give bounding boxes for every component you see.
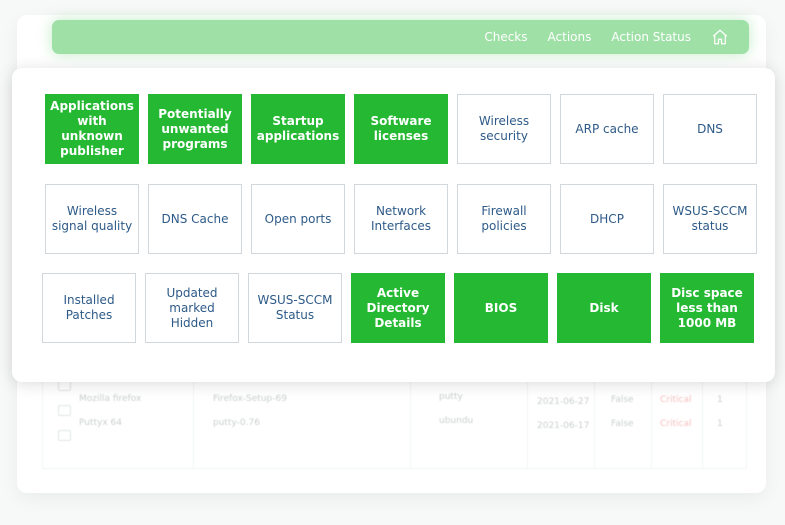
check-label: BIOS [484,300,518,315]
check-tile-network-interfaces[interactable]: Network Interfaces [354,184,448,254]
check-label: DNS [697,121,723,136]
nav-link-actions[interactable]: Actions [548,30,592,44]
check-label: WSUS-SCCM Status [257,293,333,322]
table-cell-count: 1 [717,419,723,429]
check-tile-open-ports[interactable]: Open ports [251,184,345,254]
check-label: Active Directory Details [366,285,430,330]
table-cell-installer: Firefox-Setup-69 [213,394,287,404]
check-tile-disc-space[interactable]: Disc space less than 1000 MB [660,273,754,343]
table-cell-date: 2021-06-17 [537,421,590,431]
check-tile-dns-cache[interactable]: DNS Cache [148,184,242,254]
check-label: Installed Patches [63,293,115,322]
check-tile-applications-unknown-publisher[interactable]: Applications with unknown publisher [45,94,139,164]
table-cell-name: Puttyx 64 [79,418,122,428]
check-label: Network Interfaces [371,204,431,233]
check-tile-startup-applications[interactable]: Startup applications [251,94,345,164]
check-label: Wireless signal quality [51,204,133,233]
check-tile-bios[interactable]: BIOS [454,273,548,343]
table-cell-installer: putty-0.76 [213,418,260,428]
table-cell-count: 1 [717,395,723,405]
check-label: Firewall policies [481,204,527,233]
table-cell-name: Mozilla firefox [79,394,142,404]
check-label: Applications with unknown publisher [50,99,134,158]
check-label: Startup applications [256,114,340,143]
check-tile-arp-cache[interactable]: ARP cache [560,94,654,164]
check-tile-wireless-signal-quality[interactable]: Wireless signal quality [45,184,139,254]
check-label: Updated marked Hidden [166,285,218,330]
row-checkbox[interactable] [58,430,71,441]
check-label: WSUS-SCCM status [672,204,748,233]
check-label: Wireless security [478,114,530,143]
check-tile-active-directory-details[interactable]: Active Directory Details [351,273,445,343]
check-tile-potentially-unwanted-programs[interactable]: Potentially unwanted programs [148,94,242,164]
check-label: DHCP [590,211,624,226]
check-tile-installed-patches[interactable]: Installed Patches [42,273,136,343]
check-label: ARP cache [575,121,639,136]
check-label: DNS Cache [161,211,229,226]
table-cell-severity: Critical [660,419,692,429]
check-tile-firewall-policies[interactable]: Firewall policies [457,184,551,254]
table-cell-flag: False [611,419,634,429]
check-tile-updated-marked-hidden[interactable]: Updated marked Hidden [145,273,239,343]
table-cell-flag: False [611,395,634,405]
table-cell-host: ubundu [439,416,474,426]
table-cell-host: putty [439,392,463,402]
home-icon[interactable] [711,28,729,46]
top-nav: Checks Actions Action Status [52,20,749,54]
check-tile-dhcp[interactable]: DHCP [560,184,654,254]
check-label: Open ports [264,211,332,226]
check-tile-software-licenses[interactable]: Software licenses [354,94,448,164]
table-cell-severity: Critical [660,395,692,405]
check-tile-wireless-security[interactable]: Wireless security [457,94,551,164]
check-tile-wsus-sccm-status-2[interactable]: WSUS-SCCM Status [248,273,342,343]
nav-link-checks[interactable]: Checks [484,30,527,44]
table-cell-date: 2021-06-27 [537,397,590,407]
checks-modal: Applications with unknown publisher Pote… [12,68,775,382]
row-checkbox[interactable] [58,405,71,416]
check-tile-wsus-sccm-status[interactable]: WSUS-SCCM status [663,184,757,254]
nav-link-action-status[interactable]: Action Status [611,30,691,44]
check-tile-dns[interactable]: DNS [663,94,757,164]
check-tile-disk[interactable]: Disk [557,273,651,343]
check-label: Disk [589,300,619,315]
check-label: Software licenses [370,114,432,143]
check-label: Disc space less than 1000 MB [671,285,743,330]
check-label: Potentially unwanted programs [158,106,232,151]
background-table: Mozilla firefox Firefox-Setup-69 putty 2… [42,372,747,469]
